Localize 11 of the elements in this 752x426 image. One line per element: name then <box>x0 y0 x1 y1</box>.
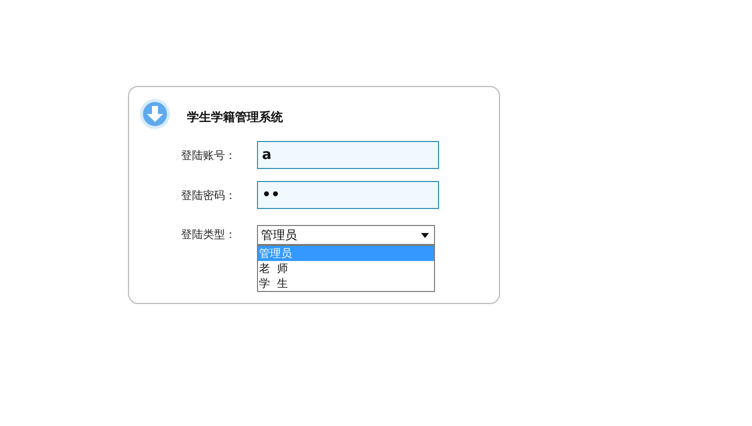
download-icon <box>139 98 171 130</box>
type-dropdown[interactable]: 管理员 <box>257 225 435 245</box>
dropdown-option[interactable]: 老 师 <box>258 261 434 276</box>
field-label: 登陆账号： <box>181 148 237 162</box>
input-field[interactable]: •• <box>257 181 439 209</box>
system-title: 学生学籍管理系统 <box>187 108 283 126</box>
caret-icon <box>421 232 429 238</box>
field-label: 登陆密码： <box>181 188 237 202</box>
field-label: 登陆类型： <box>181 227 237 243</box>
input-field[interactable]: a <box>257 141 439 169</box>
dropdown-option[interactable]: 学 生 <box>258 276 434 291</box>
